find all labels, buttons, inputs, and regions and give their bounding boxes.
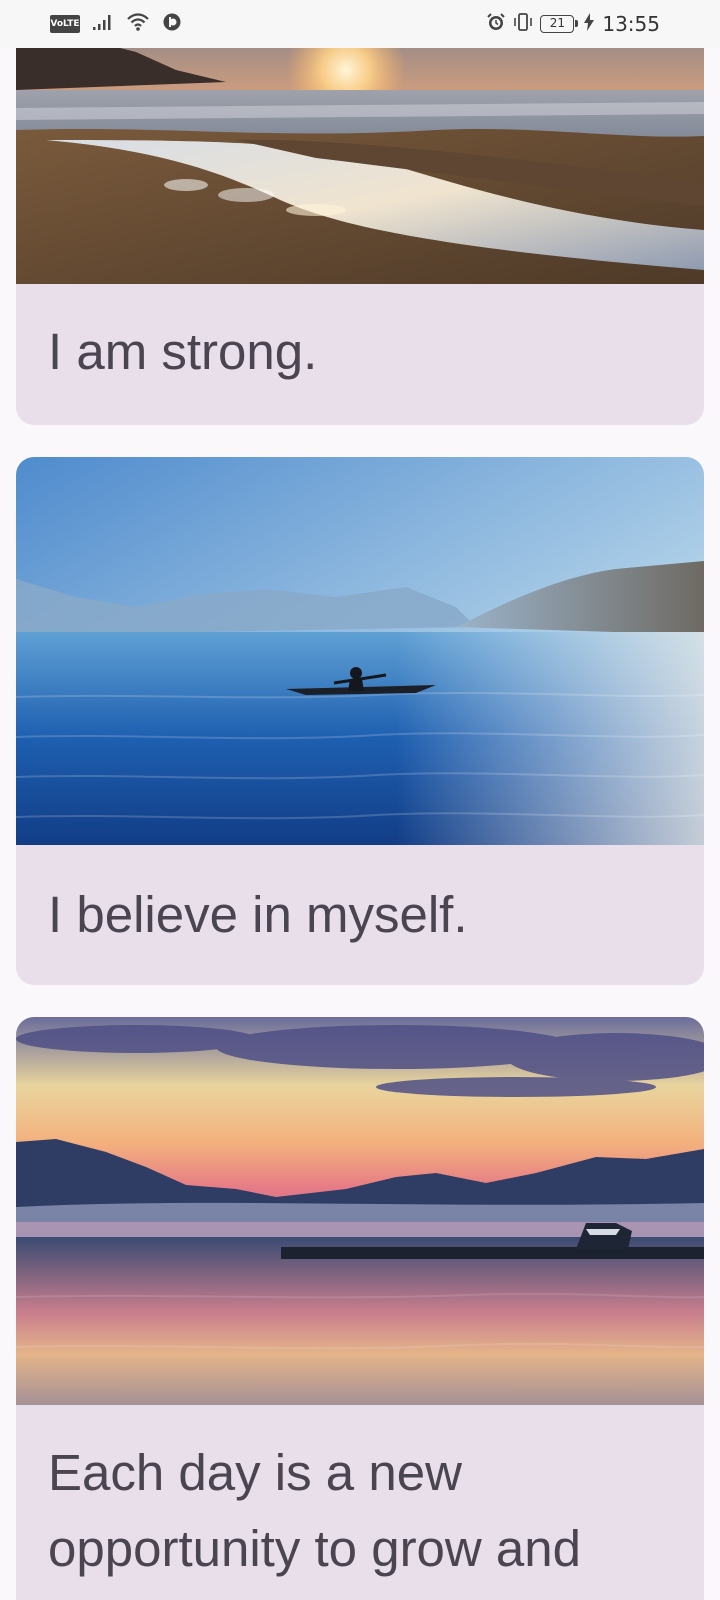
status-right-group: 21 13:55 (486, 12, 660, 36)
status-bar: VoLTE 21 13:55 (0, 0, 720, 48)
volte-badge: VoLTE (50, 15, 80, 33)
signal-icon (92, 13, 114, 35)
status-time: 13:55 (602, 12, 660, 36)
data-saver-icon (162, 12, 182, 36)
wifi-icon (126, 12, 150, 36)
affirmation-text: I am strong. (48, 323, 318, 380)
affirmation-text: Each day is a new opportunity to grow an… (48, 1444, 582, 1577)
mountain-lake-image (16, 1017, 704, 1405)
affirmation-feed[interactable]: I am strong. I believe in myself. Each d… (0, 0, 720, 1600)
battery-level: 21 (549, 16, 565, 30)
charging-icon (584, 13, 595, 35)
battery-icon: 21 (540, 15, 579, 33)
affirmation-text: I believe in myself. (48, 886, 468, 943)
affirmation-card[interactable]: I believe in myself. (16, 457, 704, 985)
status-left-group: VoLTE (50, 12, 182, 36)
vibrate-icon (512, 12, 534, 36)
alarm-icon (486, 12, 506, 36)
kayak-lake-image (16, 457, 704, 845)
affirmation-card[interactable]: I am strong. (16, 0, 704, 425)
affirmation-card[interactable]: Each day is a new opportunity to grow an… (16, 1017, 704, 1600)
